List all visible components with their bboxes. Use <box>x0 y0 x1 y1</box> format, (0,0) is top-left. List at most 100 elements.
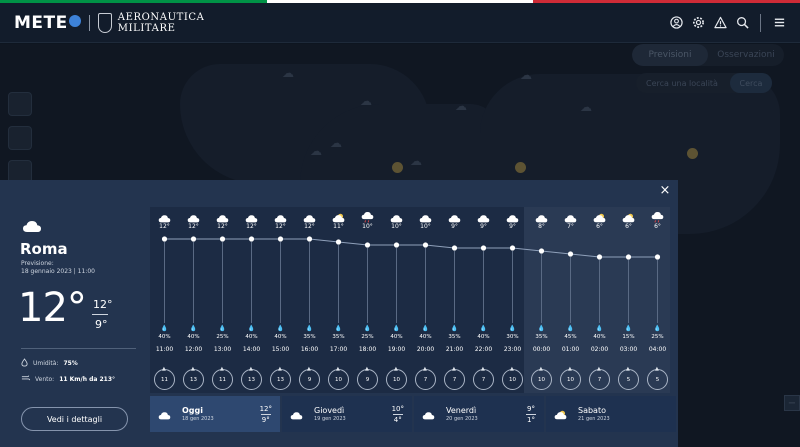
hour-time: 21:00 <box>445 346 464 353</box>
wind-direction-icon: ▲ <box>278 366 282 372</box>
hour-time: 14:00 <box>242 346 261 353</box>
details-button[interactable]: Vedi i dettagli <box>21 407 128 431</box>
gear-icon[interactable] <box>691 16 705 30</box>
hour-stem <box>425 248 426 323</box>
rain-probability: 40% <box>245 334 258 340</box>
location-search[interactable]: Cerca una località Cerca <box>636 73 772 93</box>
rain-probability: 25% <box>651 334 664 340</box>
cloud-icon <box>422 405 438 424</box>
zoom-out-button[interactable]: − <box>784 395 800 411</box>
wind-speed-badge: 7 ▲ <box>589 366 610 390</box>
day-tab[interactable]: Venerdì 20 gen 2023 9° 1° <box>414 396 546 432</box>
day-labels: Giovedì 19 gen 2023 <box>314 406 346 422</box>
wind-speed: 7 <box>473 369 494 390</box>
wind-speed: 13 <box>241 369 262 390</box>
temp-divider <box>92 314 108 315</box>
hourly-forecast[interactable]: 12° 💧 40% 11:00 11 ▲ 12° 💧 40% 12:00 13 ▲ 12° 💧 25% 13:… <box>150 207 670 393</box>
rain-drop-icon: 💧 <box>160 325 169 332</box>
hour-column[interactable]: 10° 💧 25% 18:00 9 ▲ <box>353 207 382 393</box>
hour-column[interactable]: 12° 💧 25% 13:00 11 ▲ <box>208 207 237 393</box>
hour-column[interactable]: 12° 💧 40% 14:00 13 ▲ <box>237 207 266 393</box>
hour-time: 13:00 <box>213 346 232 353</box>
wind-speed-badge: 5 ▲ <box>647 366 668 390</box>
hour-temperature: 10° <box>391 223 402 230</box>
day-max: 12° <box>259 404 272 413</box>
hour-temperature: 9° <box>480 223 487 230</box>
hour-temperature: 6° <box>596 223 603 230</box>
hour-stem <box>483 251 484 323</box>
user-icon[interactable] <box>669 16 683 30</box>
cloud-icon <box>290 405 306 424</box>
wind-speed-badge: 13 ▲ <box>270 366 291 390</box>
day-tab[interactable]: Oggi 18 gen 2023 12° 9° <box>150 396 282 432</box>
rain-drop-icon: 💧 <box>508 325 517 332</box>
hour-column[interactable]: 8° 💧 35% 00:00 10 ▲ <box>527 207 556 393</box>
layer-tool-1[interactable] <box>8 92 32 116</box>
hour-column[interactable]: 6° 💧 25% 04:00 5 ▲ <box>643 207 672 393</box>
hour-stem <box>222 242 223 323</box>
tab-previsioni[interactable]: Previsioni <box>632 44 708 66</box>
hour-column[interactable]: 12° 💧 40% 15:00 13 ▲ <box>266 207 295 393</box>
hour-column[interactable]: 6° 💧 15% 03:00 5 ▲ <box>614 207 643 393</box>
hour-time: 04:00 <box>648 346 667 353</box>
hour-column[interactable]: 7° 💧 45% 01:00 10 ▲ <box>556 207 585 393</box>
wind-direction-icon: ▲ <box>249 366 253 372</box>
day-date: 18 gen 2023 <box>182 416 214 422</box>
map-sun-icon <box>687 148 698 159</box>
hour-stem <box>396 248 397 323</box>
day-date: 19 gen 2023 <box>314 416 346 422</box>
header-divider <box>88 14 90 31</box>
rain-drop-icon: 💧 <box>450 325 459 332</box>
wind-speed: 11 <box>154 369 175 390</box>
hour-column[interactable]: 11° 💧 35% 17:00 10 ▲ <box>324 207 353 393</box>
hour-column[interactable]: 9° 💧 30% 23:00 10 ▲ <box>498 207 527 393</box>
day-labels: Oggi 18 gen 2023 <box>182 406 214 422</box>
search-button[interactable]: Cerca <box>730 73 772 93</box>
wind-direction-icon: ▲ <box>191 366 195 372</box>
hour-column[interactable]: 9° 💧 35% 21:00 7 ▲ <box>440 207 469 393</box>
hour-stem <box>599 260 600 323</box>
day-tab[interactable]: Giovedì 19 gen 2023 10° 4° <box>282 396 414 432</box>
hour-column[interactable]: 10° 💧 40% 20:00 7 ▲ <box>411 207 440 393</box>
hour-temperature: 10° <box>420 223 431 230</box>
rain-probability: 40% <box>158 334 171 340</box>
hour-stem <box>367 248 368 323</box>
map-cloud-icon: ☁ <box>410 154 422 168</box>
wind-speed-badge: 11 ▲ <box>212 366 233 390</box>
hour-time: 02:00 <box>590 346 609 353</box>
hour-column[interactable]: 10° 💧 40% 19:00 10 ▲ <box>382 207 411 393</box>
cloud-sun-icon <box>554 405 570 424</box>
rain-probability: 40% <box>274 334 287 340</box>
menu-icon[interactable] <box>772 16 786 30</box>
hour-column[interactable]: 6° 💧 40% 02:00 7 ▲ <box>585 207 614 393</box>
map-cloud-icon: ☁ <box>282 66 294 80</box>
search-icon[interactable] <box>735 16 749 30</box>
rain-drop-icon: 💧 <box>624 325 633 332</box>
hour-time: 03:00 <box>619 346 638 353</box>
rain-drop-icon: 💧 <box>566 325 575 332</box>
alert-icon[interactable] <box>713 16 727 30</box>
day-labels: Venerdì 20 gen 2023 <box>446 406 478 422</box>
layer-tool-2[interactable] <box>8 126 32 150</box>
hour-column[interactable]: 12° 💧 40% 12:00 13 ▲ <box>179 207 208 393</box>
close-icon[interactable]: × <box>658 184 672 198</box>
rain-drop-icon: 💧 <box>363 325 372 332</box>
wind-speed-badge: 11 ▲ <box>154 366 175 390</box>
hour-column[interactable]: 12° 💧 40% 11:00 11 ▲ <box>150 207 179 393</box>
wind-direction-icon: ▲ <box>220 366 224 372</box>
forecast-date: 18 gennaio 2023 | 11:00 <box>21 268 95 275</box>
wind-direction-icon: ▲ <box>597 366 601 372</box>
hour-column[interactable]: 9° 💧 40% 22:00 7 ▲ <box>469 207 498 393</box>
hour-temperature: 12° <box>159 223 170 230</box>
wind-direction-icon: ▲ <box>423 366 427 372</box>
day-name: Giovedì <box>314 406 345 415</box>
day-tab[interactable]: Sabato 21 gen 2023 <box>546 396 678 432</box>
hour-column[interactable]: 12° 💧 35% 16:00 9 ▲ <box>295 207 324 393</box>
tab-osservazioni[interactable]: Osservazioni <box>708 44 784 66</box>
wind-direction-icon: ▲ <box>162 366 166 372</box>
aeronautica-militare-brand[interactable]: AERONAUTICA MILITARE <box>97 12 205 34</box>
hour-time: 22:00 <box>474 346 493 353</box>
rain-drop-icon: 💧 <box>537 325 546 332</box>
meteo-logo[interactable]: METE <box>14 13 81 33</box>
humidity-value: 75% <box>63 360 78 367</box>
